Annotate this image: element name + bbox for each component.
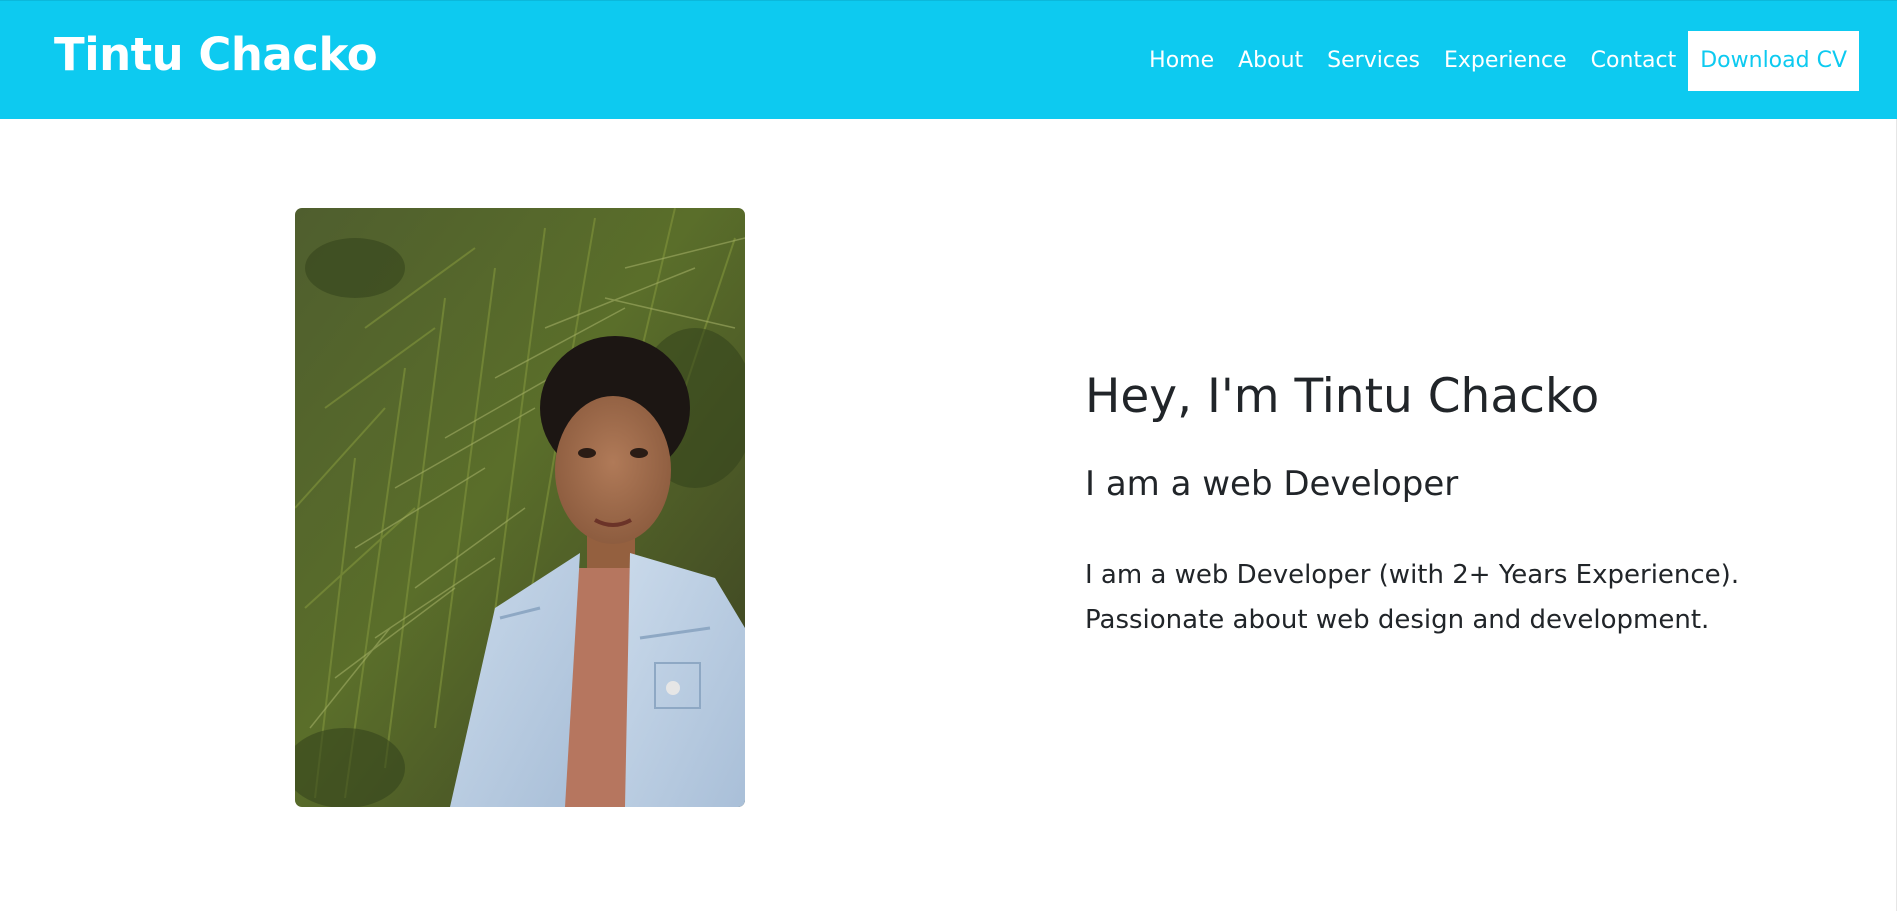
hero-description-line-2: Passionate about web design and developm… (1085, 605, 1710, 635)
hero-title: Hey, I'm Tintu Chacko (1085, 369, 1600, 424)
profile-photo (295, 208, 745, 807)
hero-description: I am a web Developer (with 2+ Years Expe… (1085, 553, 1785, 643)
hero-text: Hey, I'm Tintu Chacko I am a web Develop… (1085, 368, 1805, 643)
nav-link-experience[interactable]: Experience (1444, 31, 1567, 91)
download-cv-button[interactable]: Download CV (1688, 31, 1859, 91)
nav-link-about[interactable]: About (1238, 31, 1303, 91)
nav-link-services[interactable]: Services (1327, 31, 1420, 91)
brand-logo-text[interactable]: Tintu Chacko (54, 25, 378, 85)
nav-link-home[interactable]: Home (1149, 31, 1214, 91)
navbar: Tintu Chacko Home About Services Experie… (0, 0, 1897, 119)
nav-menu: Home About Services Experience Contact D… (1149, 31, 1859, 91)
hero-subtitle: I am a web Developer (1085, 464, 1459, 504)
hero-description-line-1: I am a web Developer (with 2+ Years Expe… (1085, 560, 1740, 590)
profile-photo-illustration (295, 208, 745, 807)
page: Tintu Chacko Home About Services Experie… (0, 0, 1897, 911)
nav-link-contact[interactable]: Contact (1591, 31, 1677, 91)
